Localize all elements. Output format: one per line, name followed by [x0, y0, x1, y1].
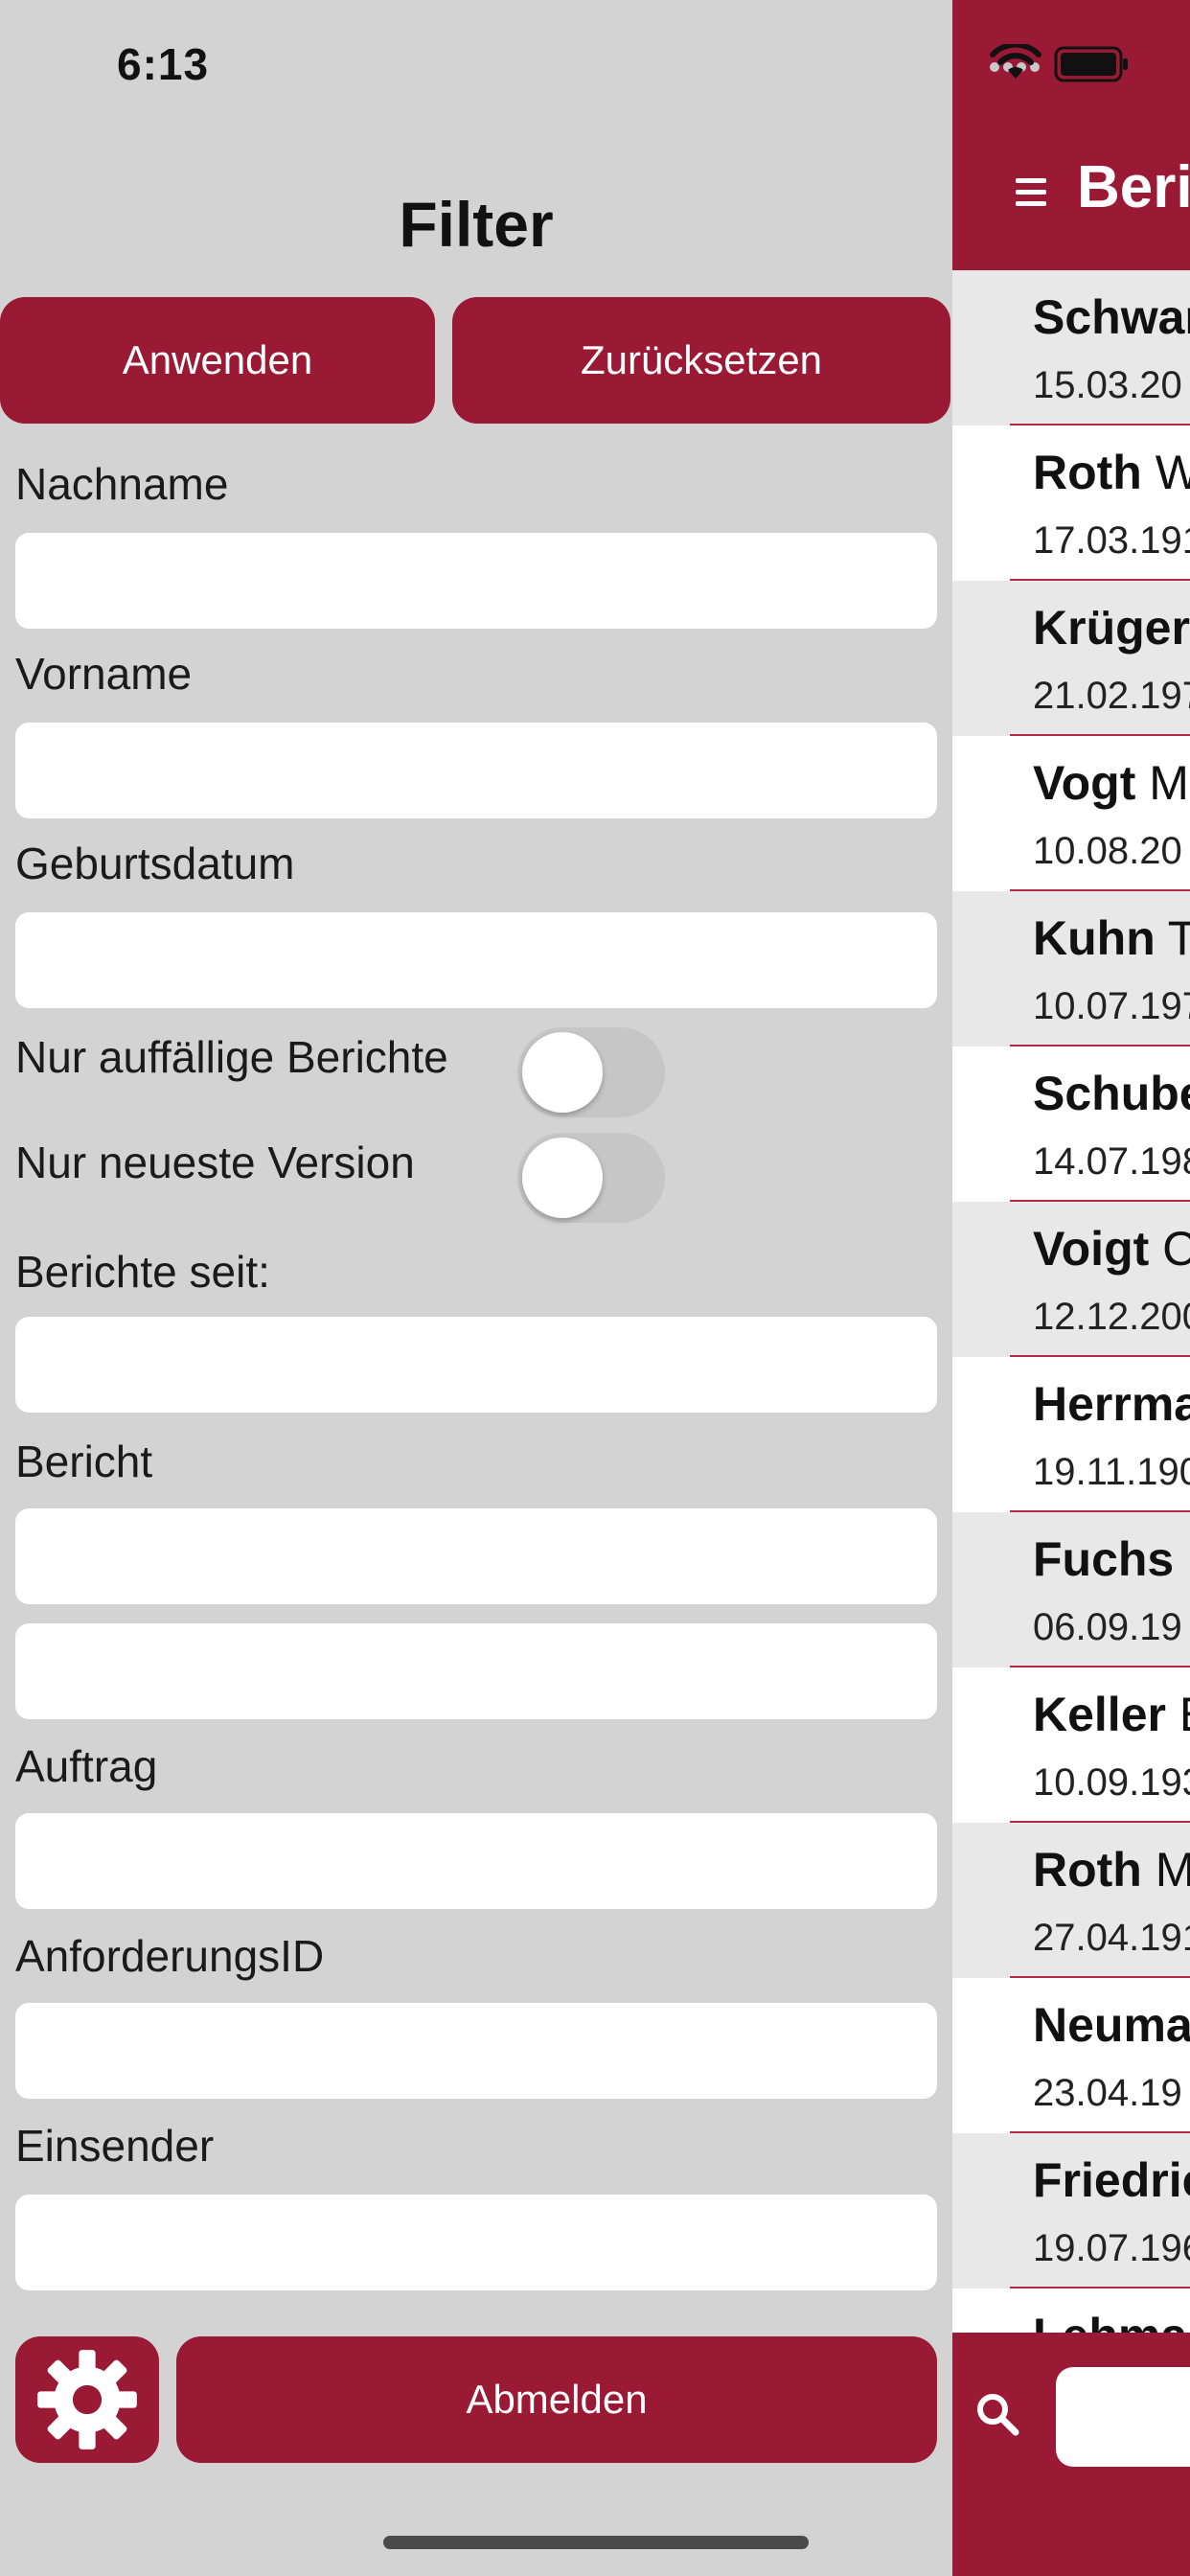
search-bar	[952, 2333, 1190, 2576]
logout-button[interactable]: Abmelden	[176, 2336, 937, 2463]
anforderungsid-label: AnforderungsID	[15, 1931, 325, 1981]
berichte-seit-field[interactable]	[15, 1317, 937, 1413]
list-item[interactable]: Friedric 19.07.196	[952, 2133, 1190, 2288]
battery-icon	[1054, 46, 1128, 82]
nav-bar: Beri	[952, 0, 1190, 270]
patient-last-name: Schube	[1033, 1067, 1190, 1120]
patient-birthdate: 14.07.198	[1033, 1140, 1190, 1183]
patient-birthdate: 15.03.20	[1033, 364, 1182, 406]
list-item[interactable]: Roth W 17.03.191	[952, 426, 1190, 581]
menu-icon[interactable]	[1016, 178, 1046, 213]
neueste-label: Nur neueste Version	[15, 1138, 415, 1187]
geburtsdatum-field[interactable]	[15, 912, 937, 1008]
einsender-field[interactable]	[15, 2195, 937, 2290]
search-input[interactable]	[1056, 2367, 1190, 2467]
patient-last-name: Vogt	[1033, 756, 1136, 810]
patient-name: Roth M	[1033, 1842, 1190, 1898]
list-item[interactable]: Fuchs I 06.09.19	[952, 1512, 1190, 1668]
list-item[interactable]: Vogt M 10.08.20	[952, 736, 1190, 891]
patient-name: Fuchs I	[1033, 1531, 1190, 1587]
patient-last-name: Herrma	[1033, 1377, 1190, 1431]
patient-last-name: Neuma	[1033, 1998, 1190, 2052]
bericht-field-2[interactable]	[15, 1623, 937, 1719]
auffaellige-toggle[interactable]	[517, 1027, 665, 1117]
patient-last-name: Voigt	[1033, 1222, 1150, 1276]
report-list-panel: Beri Schwar 15.03.20 Roth W 17.03.191 Krüge…	[952, 0, 1190, 2576]
patient-name: Schwar	[1033, 289, 1190, 345]
patient-name: Neuma	[1033, 1997, 1190, 2053]
patient-first-name: T	[1167, 911, 1190, 965]
list-item[interactable]: Schube 14.07.198	[952, 1046, 1190, 1202]
patient-last-name: Krüger	[1033, 601, 1190, 655]
patient-birthdate: 27.04.191	[1033, 1917, 1190, 1959]
patient-name: Roth W	[1033, 445, 1190, 500]
status-time: 6:13	[117, 39, 210, 89]
page-title: Filter	[399, 189, 554, 260]
list-item[interactable]: Neuma 23.04.19	[952, 1978, 1190, 2133]
auftrag-label: Auftrag	[15, 1741, 158, 1791]
patient-birthdate: 06.09.19	[1033, 1606, 1182, 1648]
patient-birthdate: 17.03.191	[1033, 519, 1190, 562]
list-item[interactable]: Roth M 27.04.191	[952, 1823, 1190, 1978]
patient-name: Friedric	[1033, 2152, 1190, 2208]
gear-icon	[37, 2350, 137, 2450]
patient-last-name: Fuchs	[1033, 1532, 1175, 1586]
nachname-field[interactable]	[15, 533, 937, 629]
bericht-label: Bericht	[15, 1437, 153, 1486]
vorname-label: Vorname	[15, 649, 193, 699]
patient-name: Kuhn T	[1033, 910, 1190, 966]
patient-last-name: Roth	[1033, 446, 1142, 499]
patient-last-name: Schwar	[1033, 290, 1190, 344]
patient-first-name: C	[1162, 1222, 1190, 1276]
list-item[interactable]: Kuhn T 10.07.197	[952, 891, 1190, 1046]
geburtsdatum-label: Geburtsdatum	[15, 839, 295, 888]
apply-button[interactable]: Anwenden	[0, 297, 435, 424]
filter-panel: 6:13 Filter Anwenden Zurücksetzen Nachna…	[0, 0, 952, 2576]
auftrag-field[interactable]	[15, 1813, 937, 1909]
patient-last-name: Kuhn	[1033, 911, 1156, 965]
settings-button[interactable]	[15, 2336, 159, 2463]
vorname-field[interactable]	[15, 723, 937, 818]
patient-name: Vogt M	[1033, 755, 1189, 811]
patient-name: Herrma	[1033, 1376, 1190, 1432]
home-indicator[interactable]	[383, 2536, 809, 2549]
bericht-field[interactable]	[15, 1508, 937, 1604]
search-icon[interactable]	[973, 2390, 1021, 2438]
patient-name: Krüger	[1033, 600, 1190, 656]
patient-first-name: E	[1179, 1688, 1190, 1741]
patient-last-name: Keller	[1033, 1688, 1166, 1741]
patient-birthdate: 19.11.190	[1033, 1451, 1190, 1493]
patient-name: Schube	[1033, 1066, 1190, 1121]
wifi-icon	[990, 44, 1041, 79]
patient-last-name: Friedric	[1033, 2153, 1190, 2207]
patient-birthdate: 10.07.197	[1033, 985, 1190, 1027]
patient-birthdate: 10.08.20	[1033, 830, 1182, 872]
berichte-seit-label: Berichte seit:	[15, 1247, 270, 1297]
patient-birthdate: 19.07.196	[1033, 2227, 1190, 2269]
toggle-knob	[522, 1032, 603, 1113]
toggle-knob	[522, 1138, 603, 1218]
list-item[interactable]: Keller E 10.09.193	[952, 1668, 1190, 1823]
patient-birthdate: 21.02.197	[1033, 675, 1190, 717]
patient-name: Voigt C	[1033, 1221, 1190, 1276]
nachname-label: Nachname	[15, 459, 229, 509]
list-item[interactable]: Herrma 19.11.190	[952, 1357, 1190, 1512]
auffaellige-label: Nur auffällige Berichte	[15, 1032, 448, 1082]
patient-first-name: M	[1155, 1843, 1190, 1897]
list-item[interactable]: Schwar 15.03.20	[952, 270, 1190, 426]
patient-first-name: W	[1155, 446, 1190, 499]
patient-birthdate: 10.09.193	[1033, 1761, 1190, 1804]
patient-first-name: M	[1149, 756, 1189, 810]
list-item[interactable]: Voigt C 12.12.200	[952, 1202, 1190, 1357]
einsender-label: Einsender	[15, 2121, 215, 2171]
patient-last-name: Roth	[1033, 1843, 1142, 1897]
patient-birthdate: 12.12.200	[1033, 1296, 1190, 1338]
neueste-toggle[interactable]	[517, 1133, 665, 1223]
patient-birthdate: 23.04.19	[1033, 2072, 1182, 2114]
nav-title: Beri	[1077, 154, 1190, 220]
patient-name: Keller E	[1033, 1687, 1190, 1742]
anforderungsid-field[interactable]	[15, 2003, 937, 2099]
list-item[interactable]: Krüger 21.02.197	[952, 581, 1190, 736]
reset-button[interactable]: Zurücksetzen	[452, 297, 950, 424]
